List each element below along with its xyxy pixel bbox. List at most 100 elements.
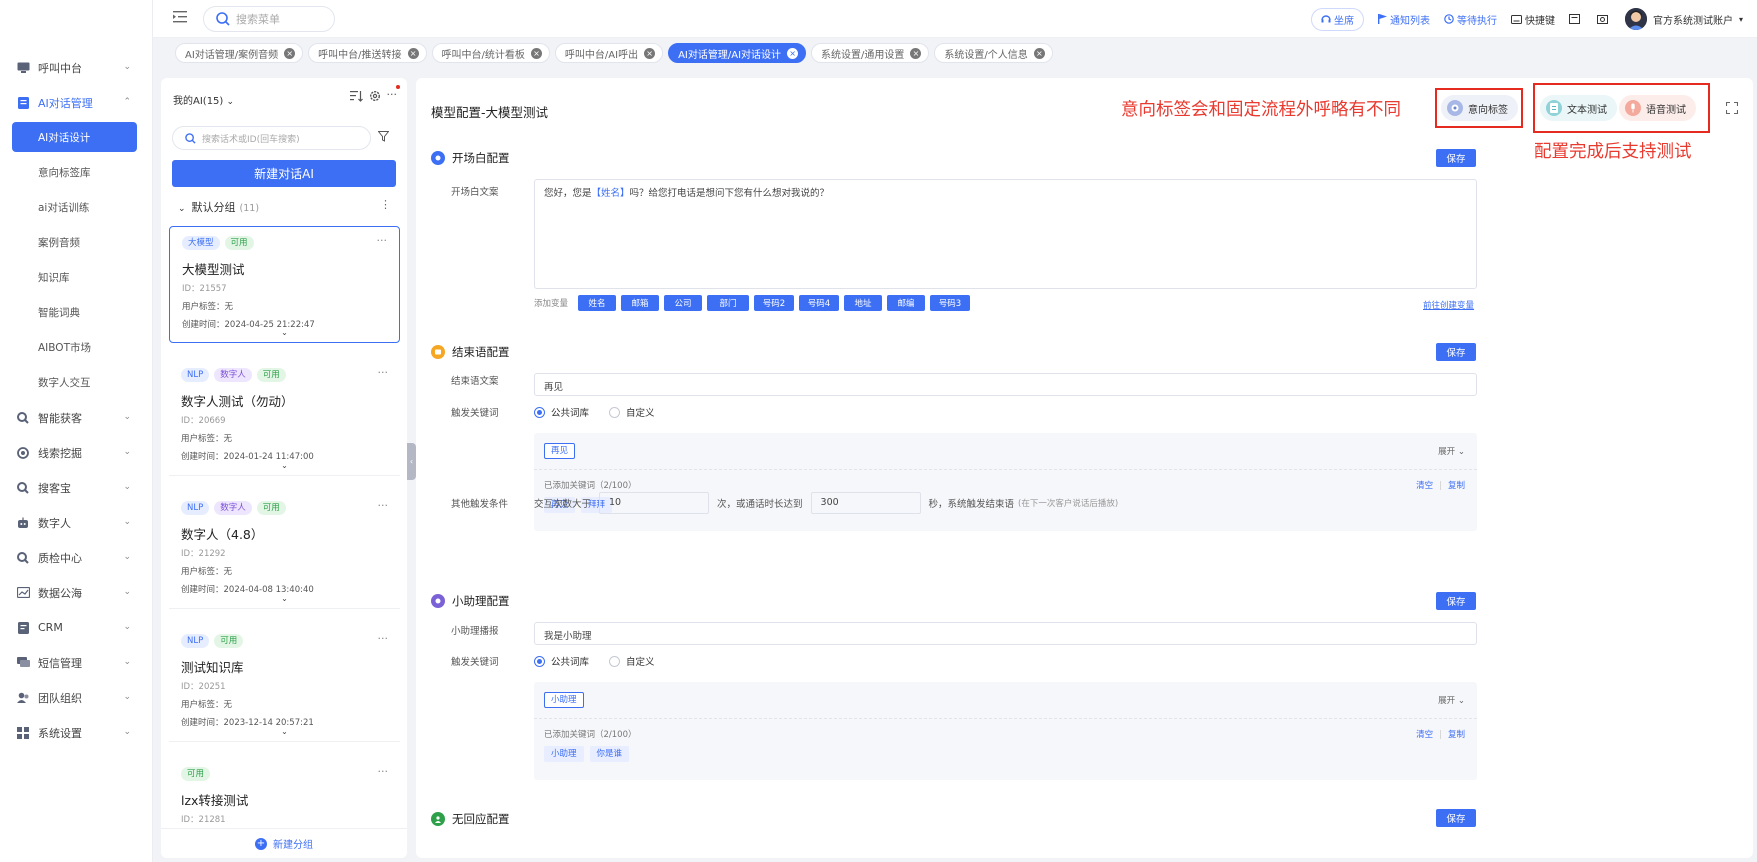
more-dots-icon[interactable]: ··· — [378, 632, 389, 645]
copy-link[interactable]: 复制 — [1448, 730, 1465, 740]
opening-text-area[interactable]: 您好，您是【姓名】吗？给您打电话是想问下您有什么想对我说的？ — [534, 179, 1477, 289]
var-name-button[interactable]: 姓名 — [578, 295, 617, 311]
var-phone2-button[interactable]: 号码2 — [754, 295, 795, 311]
group-header[interactable]: ⌄ 默认分组 (11) — [178, 199, 259, 215]
radio-public-lexicon[interactable]: 公共词库 — [534, 405, 589, 419]
ai-search-input[interactable]: 搜索话术或ID(回车搜索) — [172, 126, 371, 150]
sidebar-item-crm[interactable]: CRM ⌄ — [0, 610, 153, 645]
sidebar-item-call-center[interactable]: 呼叫中台 ⌄ — [0, 50, 153, 85]
sidebar-subitem-dictionary[interactable]: 智能词典 — [0, 295, 153, 330]
shortcut-keys-button[interactable]: 快捷键 — [1510, 12, 1555, 27]
more-dots-icon[interactable]: ··· — [387, 85, 400, 102]
expand-toggle[interactable]: 展开 ⌄ — [1438, 445, 1465, 457]
filter-icon[interactable] — [377, 131, 390, 145]
keyword-item[interactable]: 你是谁 — [589, 746, 630, 762]
keyword-item[interactable]: 小助理 — [544, 746, 584, 762]
sidebar-item-data-pool[interactable]: 数据公海 ⌄ — [0, 575, 153, 610]
ai-card[interactable]: NLP 可用 ··· 测试知识库 ID：20251 用户标签：无 创建时间：202… — [169, 625, 400, 742]
notification-list-button[interactable]: 通知列表 — [1377, 12, 1430, 27]
clear-link[interactable]: 清空 — [1416, 481, 1433, 491]
save-button[interactable]: 保存 — [1436, 343, 1476, 361]
panel-collapse-handle[interactable]: ‹ — [407, 443, 416, 480]
sort-icon[interactable] — [349, 90, 363, 102]
var-email-button[interactable]: 邮箱 — [621, 295, 660, 311]
sidebar-subitem-aibot-market[interactable]: AIBOT市场 — [0, 330, 153, 365]
tab-ai-design[interactable]: AI对话管理/AI对话设计 × — [668, 43, 807, 63]
chevron-down-icon[interactable]: ⌄ — [281, 328, 288, 337]
save-button[interactable]: 保存 — [1436, 809, 1476, 827]
var-phone4-button[interactable]: 号码4 — [799, 295, 840, 311]
close-icon[interactable]: × — [530, 47, 542, 59]
close-icon[interactable]: × — [407, 47, 419, 59]
tab-case-audio[interactable]: AI对话管理/案例音频 × — [175, 43, 304, 63]
text-test-button[interactable]: 文本测试 — [1540, 95, 1617, 121]
ai-card[interactable]: 大模型 可用 ··· 大模型测试 ID：21557 用户标签：无 创建时间：202… — [169, 226, 400, 343]
tab-personal-info[interactable]: 系统设置/个人信息 × — [934, 43, 1053, 63]
group-more-icon[interactable]: ⋮ — [380, 198, 391, 211]
closing-text-input[interactable]: 再见 — [534, 373, 1477, 396]
sidebar-item-souke[interactable]: 搜客宝 ⌄ — [0, 470, 153, 505]
close-icon[interactable]: × — [787, 47, 799, 59]
agent-seat-button[interactable]: 坐席 — [1310, 7, 1364, 31]
user-name[interactable]: 官方系统测试账户 — [1653, 12, 1733, 27]
sidebar-item-settings[interactable]: 系统设置 ⌄ — [0, 715, 153, 750]
user-caret-icon[interactable]: ▾ — [1739, 15, 1743, 24]
sidebar-item-smart-leads[interactable]: 智能获客 ⌄ — [0, 400, 153, 435]
var-company-button[interactable]: 公司 — [664, 295, 703, 311]
var-zipcode-button[interactable]: 邮编 — [887, 295, 926, 311]
sidebar-item-sms[interactable]: 短信管理 ⌄ — [0, 645, 153, 680]
more-dots-icon[interactable]: ··· — [377, 234, 388, 247]
call-duration-input[interactable]: 300 — [810, 492, 921, 514]
tab-ai-outbound[interactable]: 呼叫中台/AI呼出 × — [554, 43, 664, 63]
save-button[interactable]: 保存 — [1436, 592, 1476, 610]
sidebar-item-ai-dialog[interactable]: AI对话管理 ⌃ — [0, 85, 153, 120]
var-address-button[interactable]: 地址 — [844, 295, 883, 311]
user-avatar[interactable] — [1624, 8, 1647, 30]
sidebar-item-qa[interactable]: 质检中心 ⌄ — [0, 540, 153, 575]
keyword-chip[interactable]: 小助理 — [544, 692, 584, 708]
screen-icon[interactable] — [1568, 14, 1583, 24]
interaction-count-input[interactable]: 10 — [599, 492, 710, 514]
more-dots-icon[interactable]: ··· — [378, 366, 389, 379]
radio-custom[interactable]: 自定义 — [609, 405, 655, 419]
sidebar-subitem-ai-training[interactable]: ai对话训练 — [0, 190, 153, 225]
gear-icon[interactable] — [369, 90, 381, 102]
menu-search-input[interactable]: 搜索菜单 — [203, 6, 335, 32]
sidebar-item-team[interactable]: 团队组织 ⌄ — [0, 680, 153, 715]
sidebar-subitem-ai-design[interactable]: AI对话设计 — [12, 122, 137, 152]
sidebar-subitem-digital-human[interactable]: 数字人交互 — [0, 365, 153, 400]
create-variable-link[interactable]: 前往创建变量 — [1423, 299, 1474, 311]
close-icon[interactable]: × — [284, 47, 296, 59]
more-dots-icon[interactable]: ··· — [378, 765, 389, 778]
tab-stats-board[interactable]: 呼叫中台/统计看板 × — [431, 43, 550, 63]
voice-test-button[interactable]: 语音测试 — [1619, 95, 1696, 121]
ai-card[interactable]: NLP 数字人 可用 ··· 数字人（4.8） ID：21292 用户标签：无 创建… — [169, 492, 400, 609]
chevron-down-icon[interactable]: ⌄ — [281, 461, 288, 470]
pending-tasks-button[interactable]: 等待执行 — [1444, 12, 1497, 27]
ai-card[interactable]: NLP 数字人 可用 ··· 数字人测试（勿动） ID：20669 用户标签：无 创… — [169, 359, 400, 476]
copy-link[interactable]: 复制 — [1448, 481, 1465, 491]
tab-push-transfer[interactable]: 呼叫中台/推送转接 × — [308, 43, 427, 63]
expand-toggle[interactable]: 展开 ⌄ — [1438, 694, 1465, 706]
var-phone3-button[interactable]: 号码3 — [930, 295, 971, 311]
new-group-button[interactable]: + 新建分组 — [161, 828, 407, 858]
chevron-down-icon[interactable]: ⌄ — [281, 727, 288, 736]
close-icon[interactable]: × — [1033, 47, 1045, 59]
sidebar-item-digital[interactable]: 数字人 ⌄ — [0, 505, 153, 540]
clear-link[interactable]: 清空 — [1416, 730, 1433, 740]
more-dots-icon[interactable]: ··· — [378, 499, 389, 512]
keyword-chip[interactable]: 再见 — [544, 443, 576, 459]
sidebar-subitem-intent-tags[interactable]: 意向标签库 — [0, 155, 153, 190]
my-ai-dropdown[interactable]: 我的AI(15) ⌄ — [173, 92, 234, 107]
save-button[interactable]: 保存 — [1436, 149, 1476, 167]
radio-custom[interactable]: 自定义 — [609, 654, 655, 668]
intent-tags-button[interactable]: 意向标签 — [1441, 95, 1518, 121]
radio-public-lexicon[interactable]: 公共词库 — [534, 654, 589, 668]
assistant-text-input[interactable]: 我是小助理 — [534, 622, 1477, 645]
fullscreen-icon[interactable] — [1725, 101, 1739, 117]
sidebar-subitem-knowledge[interactable]: 知识库 — [0, 260, 153, 295]
sidebar-item-lead-mining[interactable]: 线索挖掘 ⌄ — [0, 435, 153, 470]
menu-collapse-icon[interactable] — [173, 11, 189, 27]
close-icon[interactable]: × — [910, 47, 922, 59]
chevron-down-icon[interactable]: ⌄ — [281, 594, 288, 603]
